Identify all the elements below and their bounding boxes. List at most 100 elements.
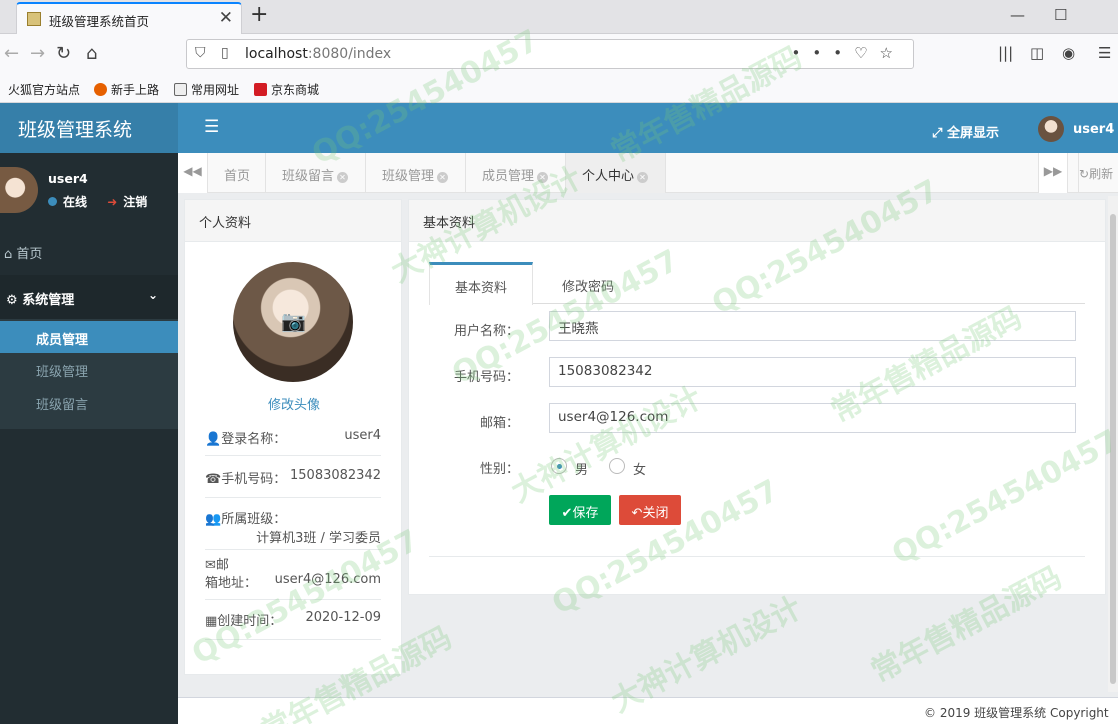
tab-label: 班级留言 bbox=[282, 169, 335, 184]
sidebar-item-messages[interactable]: 班级留言 bbox=[0, 386, 178, 418]
pocket-icon[interactable]: ♡ bbox=[854, 44, 879, 62]
name-field[interactable]: 王晓燕 bbox=[549, 311, 1076, 341]
library-icon[interactable]: ||| bbox=[998, 44, 1013, 62]
email-field[interactable]: user4@126.com bbox=[549, 403, 1076, 433]
forward-icon[interactable]: → bbox=[30, 43, 45, 64]
chevron-down-icon: ⌄ bbox=[147, 288, 158, 302]
logout-link[interactable]: 注销 bbox=[123, 195, 147, 209]
bookmark-item[interactable]: 常用网址 bbox=[174, 81, 239, 98]
folder-icon bbox=[174, 83, 187, 96]
page-scrollbar[interactable] bbox=[1108, 196, 1118, 692]
sidebar-username: user4 bbox=[48, 171, 88, 186]
tab-home[interactable]: 首页 bbox=[208, 153, 266, 193]
tab-personal-center[interactable]: 个人中心 ✕ bbox=[566, 153, 666, 193]
info-row-class: 👥所属班级： 计算机3班 / 学习委员 bbox=[205, 502, 381, 550]
tab-close-icon[interactable]: ✕ bbox=[537, 172, 549, 183]
info-label: 箱地址： bbox=[205, 576, 258, 591]
home-icon[interactable]: ⌂ bbox=[86, 43, 97, 64]
scrollbar-thumb[interactable] bbox=[1110, 214, 1116, 684]
sidebar-item-members[interactable]: 成员管理 bbox=[0, 321, 178, 353]
gender-male-radio[interactable] bbox=[551, 458, 567, 474]
shield-icon[interactable]: ⛉ bbox=[195, 45, 206, 61]
info-row-phone: ☎手机号码： 15083082342 bbox=[205, 462, 381, 498]
menu-icon[interactable]: ☰ bbox=[1098, 44, 1111, 62]
browser-tab[interactable]: 班级管理系统首页 ✕ bbox=[16, 2, 242, 34]
calendar-icon: ▦ bbox=[205, 614, 218, 629]
info-row-created: ▦创建时间： 2020-12-09 bbox=[205, 602, 381, 640]
browser-tab-bar: 班级管理系统首页 ✕ + — ☐ bbox=[0, 0, 1118, 34]
account-icon[interactable]: ◉ bbox=[1062, 44, 1075, 62]
minimize-icon[interactable]: — bbox=[1010, 6, 1025, 24]
form-bottom-divider bbox=[429, 556, 1085, 557]
gender-male-label: 男 bbox=[575, 463, 589, 478]
camera-icon[interactable]: 📷 bbox=[281, 310, 306, 332]
name-label: 用户名称： bbox=[453, 324, 519, 339]
close-tab-icon[interactable]: ✕ bbox=[219, 8, 233, 28]
info-label-text: 所属班级： bbox=[221, 512, 287, 527]
sidebar-status: 在线 ➜ 注销 bbox=[48, 193, 147, 210]
fullscreen-button[interactable]: ⤢ 全屏显示 bbox=[932, 122, 999, 141]
bookmark-item[interactable]: 新手上路 bbox=[94, 81, 159, 98]
phone-label: 手机号码： bbox=[453, 370, 519, 385]
back-icon[interactable]: ← bbox=[4, 43, 19, 64]
bookmark-item[interactable]: 京东商城 bbox=[254, 81, 319, 98]
url-text[interactable]: localhost:8080/index bbox=[245, 46, 391, 62]
tab-label: 首页 bbox=[224, 169, 251, 184]
bookmark-item[interactable]: 火狐官方站点 bbox=[8, 81, 80, 98]
info-label-text: 创建时间： bbox=[217, 614, 283, 629]
page-favicon-icon bbox=[27, 12, 41, 26]
info-value: user4@126.com bbox=[274, 572, 381, 587]
app-logo[interactable]: 班级管理系统 bbox=[0, 103, 178, 153]
profile-avatar[interactable]: 📷 bbox=[233, 262, 353, 382]
tab-change-password[interactable]: 修改密码 bbox=[533, 262, 643, 304]
sidebar-avatar bbox=[0, 167, 38, 213]
tab-basic-info[interactable]: 基本资料 bbox=[429, 262, 533, 305]
new-tab-icon[interactable]: + bbox=[250, 2, 268, 27]
maximize-icon[interactable]: ☐ bbox=[1054, 6, 1067, 24]
tabs-scroll-left-icon[interactable]: ◀◀ bbox=[178, 153, 208, 193]
browser-tab-title: 班级管理系统首页 bbox=[49, 14, 150, 29]
sidebar-group-label: 系统管理 bbox=[22, 293, 75, 308]
logout-icon[interactable]: ➜ bbox=[107, 195, 117, 209]
hamburger-icon[interactable]: ☰ bbox=[204, 117, 219, 137]
url-path: :8080/index bbox=[307, 46, 392, 62]
header-username[interactable]: user4 bbox=[1073, 122, 1114, 137]
tab-class-messages[interactable]: 班级留言 ✕ bbox=[266, 153, 366, 193]
info-label-text: 登录名称： bbox=[221, 432, 287, 447]
page-info-icon[interactable]: ▯ bbox=[221, 45, 229, 61]
envelope-icon: ✉ bbox=[205, 558, 216, 573]
tab-class-management[interactable]: 班级管理 ✕ bbox=[366, 153, 466, 193]
basic-info-panel: 基本资料 基本资料 修改密码 用户名称： 王晓燕 手机号码： 150830823… bbox=[408, 199, 1106, 595]
reload-icon[interactable]: ↻ bbox=[56, 43, 71, 64]
sidebar-group-system[interactable]: ⚙ 系统管理 ⌄ bbox=[0, 275, 178, 319]
url-bar[interactable]: ⛉ ▯ localhost:8080/index •••♡☆ bbox=[186, 39, 914, 69]
tab-close-icon[interactable]: ✕ bbox=[637, 172, 649, 183]
jd-icon bbox=[254, 83, 267, 96]
tab-close-icon[interactable]: ✕ bbox=[337, 172, 349, 183]
change-avatar-link[interactable]: 修改头像 bbox=[185, 394, 403, 413]
email-label: 邮箱： bbox=[479, 416, 519, 431]
firefox-icon bbox=[94, 83, 107, 96]
phone-field[interactable]: 15083082342 bbox=[549, 357, 1076, 387]
url-host: localhost bbox=[245, 46, 308, 62]
refresh-button[interactable]: ↻刷新 bbox=[1078, 153, 1118, 193]
tab-close-icon[interactable]: ✕ bbox=[437, 172, 449, 183]
main-content: 个人资料 📷 修改头像 👤登录名称： user4 ☎手机号码： 15083082… bbox=[178, 193, 1118, 724]
bookmark-star-icon[interactable]: ☆ bbox=[880, 44, 905, 62]
sidebar-toggle-icon[interactable]: ◫ bbox=[1030, 44, 1044, 62]
refresh-icon: ↻ bbox=[1079, 167, 1090, 181]
profile-panel-title: 个人资料 bbox=[185, 200, 401, 242]
gender-female-radio[interactable] bbox=[609, 458, 625, 474]
save-button[interactable]: ✔保存 bbox=[549, 495, 611, 525]
bookmark-label: 新手上路 bbox=[111, 83, 160, 97]
sidebar-item-home[interactable]: ⌂ 首页 bbox=[0, 233, 178, 269]
bookmark-label: 火狐官方站点 bbox=[8, 83, 81, 97]
close-button[interactable]: ↶关闭 bbox=[619, 495, 681, 525]
tab-member-management[interactable]: 成员管理 ✕ bbox=[466, 153, 566, 193]
tabs-scroll-right-icon[interactable]: ▶▶ bbox=[1038, 153, 1068, 193]
sidebar-item-class[interactable]: 班级管理 bbox=[0, 353, 178, 385]
page-actions-icon[interactable]: ••• bbox=[792, 44, 855, 62]
info-value: 15083082342 bbox=[290, 468, 381, 483]
gender-female-label: 女 bbox=[633, 463, 647, 478]
header-avatar[interactable] bbox=[1038, 116, 1064, 142]
